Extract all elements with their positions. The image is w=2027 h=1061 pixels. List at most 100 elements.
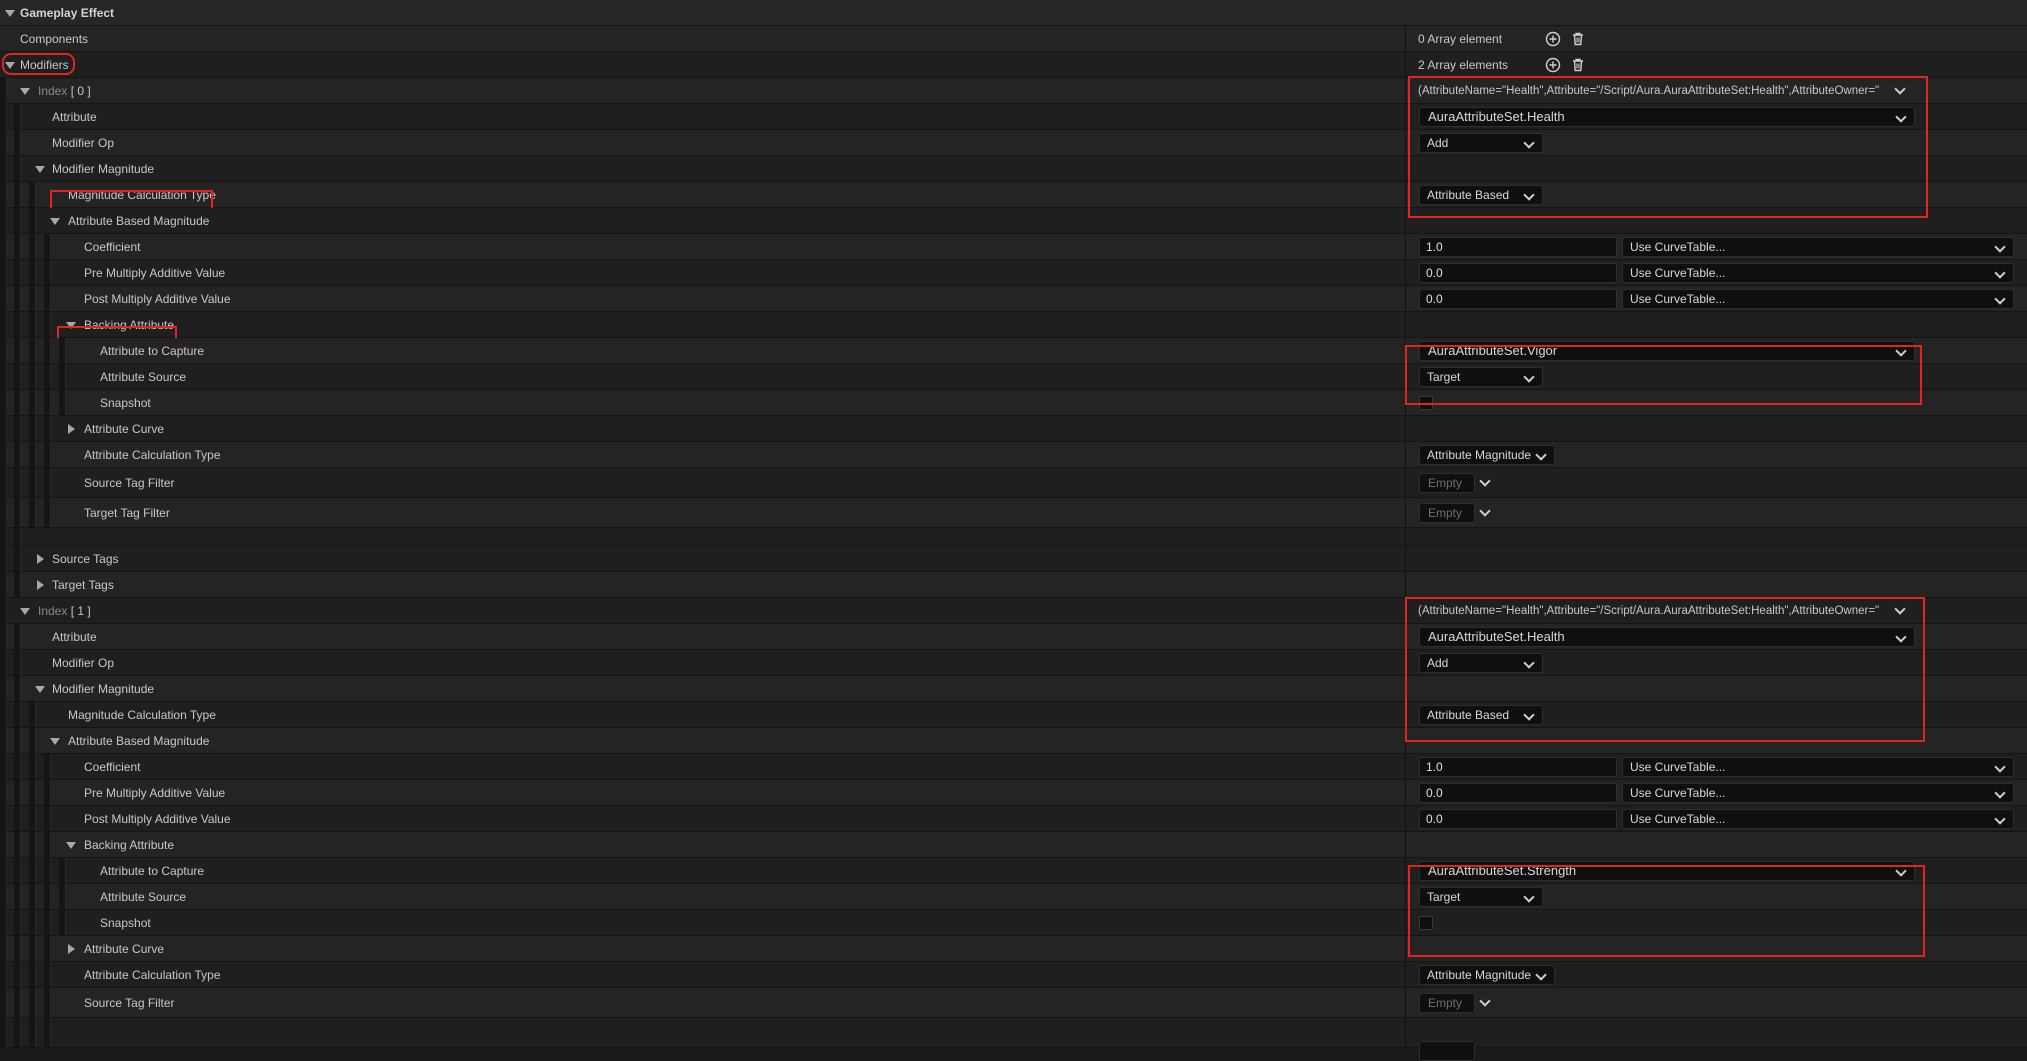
trash-icon[interactable] — [1570, 57, 1586, 73]
section-title: Gameplay Effect — [20, 6, 115, 20]
coefficient-input[interactable]: 1.0 — [1419, 237, 1617, 257]
source-combo[interactable]: Target — [1419, 887, 1543, 907]
coefficient-input[interactable]: 1.0 — [1419, 757, 1617, 777]
chevron-down-icon — [1535, 449, 1547, 461]
collapsed-arrow-icon[interactable] — [37, 554, 44, 564]
row-source-tags[interactable]: Source Tags — [0, 546, 2027, 572]
chevron-down-icon[interactable] — [1479, 995, 1491, 1007]
row-post-multiply: Post Multiply Additive Value 0.0 Use Cur… — [0, 286, 2027, 312]
components-label: Components — [20, 32, 89, 46]
curve-table-combo[interactable]: Use CurveTable... — [1622, 757, 2014, 777]
source-tag-filter-label: Source Tag Filter — [84, 996, 175, 1010]
modifier-op-combo[interactable]: Add — [1419, 133, 1543, 153]
capture-value: AuraAttributeSet.Vigor — [1428, 343, 1558, 358]
curve-table-combo[interactable]: Use CurveTable... — [1622, 783, 2014, 803]
section-gameplay-effect[interactable]: Gameplay Effect — [0, 0, 2027, 26]
modifier-op-combo[interactable]: Add — [1419, 653, 1543, 673]
attr-calc-label: Attribute Calculation Type — [84, 968, 221, 982]
collapsed-arrow-icon[interactable] — [68, 424, 75, 434]
expand-arrow-icon[interactable] — [5, 62, 15, 69]
source-tag-filter-box[interactable]: Empty — [1419, 473, 1475, 493]
attr-calc-combo[interactable]: Attribute Magnitude — [1419, 965, 1555, 985]
chevron-down-icon[interactable] — [1479, 475, 1491, 487]
chevron-down-icon — [1994, 813, 2006, 825]
coefficient-label: Coefficient — [84, 240, 141, 254]
curve-table-combo[interactable]: Use CurveTable... — [1622, 809, 2014, 829]
row-index-0[interactable]: Index [ 0 ] (AttributeName="Health",Attr… — [0, 78, 2027, 104]
chevron-down-icon[interactable] — [1894, 83, 1906, 95]
source-label: Attribute Source — [100, 890, 187, 904]
trash-icon[interactable] — [1570, 31, 1586, 47]
expand-arrow-icon[interactable] — [66, 842, 76, 849]
row-target-tag-filter: Target Tag Filter Empty — [0, 498, 2027, 528]
row-attribute-source: Attribute Source Target — [0, 884, 2027, 910]
row-modifier-magnitude[interactable]: Modifier Magnitude — [0, 676, 2027, 702]
expand-arrow-icon[interactable] — [50, 218, 60, 225]
attribute-combo[interactable]: AuraAttributeSet.Health — [1419, 627, 1915, 647]
attr-calc-combo[interactable]: Attribute Magnitude — [1419, 445, 1555, 465]
chevron-down-icon[interactable] — [1479, 505, 1491, 517]
target-tag-filter-box[interactable]: Empty — [1419, 503, 1475, 523]
source-tag-filter-box[interactable]: Empty — [1419, 993, 1475, 1013]
row-attribute-curve[interactable]: Attribute Curve — [0, 416, 2027, 442]
row-attribute-curve[interactable]: Attribute Curve — [0, 936, 2027, 962]
row-attr-calc-type: Attribute Calculation Type Attribute Mag… — [0, 962, 2027, 988]
post-multiply-label: Post Multiply Additive Value — [84, 812, 231, 826]
expand-arrow-icon[interactable] — [5, 10, 15, 17]
add-circle-icon[interactable] — [1545, 57, 1561, 73]
collapsed-arrow-icon[interactable] — [68, 944, 75, 954]
row-attribute-based-magnitude[interactable]: Attribute Based Magnitude — [0, 208, 2027, 234]
row-backing-attribute[interactable]: Backing Attribute — [0, 312, 2027, 338]
expand-arrow-icon[interactable] — [35, 686, 45, 693]
row-backing-attribute[interactable]: Backing Attribute — [0, 832, 2027, 858]
expand-arrow-icon[interactable] — [50, 738, 60, 745]
expand-arrow-icon[interactable] — [20, 88, 30, 95]
attribute-combo[interactable]: AuraAttributeSet.Health — [1419, 107, 1915, 127]
expand-arrow-icon[interactable] — [35, 166, 45, 173]
details-panel: Gameplay Effect Components 0 Array eleme… — [0, 0, 2027, 1061]
pre-multiply-input[interactable]: 0.0 — [1419, 263, 1617, 283]
post-multiply-input[interactable]: 0.0 — [1419, 809, 1617, 829]
source-label: Attribute Source — [100, 370, 187, 384]
modifier-op-value: Add — [1427, 656, 1449, 670]
curve-table-combo[interactable]: Use CurveTable... — [1622, 237, 2014, 257]
row-modifier-magnitude[interactable]: Modifier Magnitude — [0, 156, 2027, 182]
curve-table-combo[interactable]: Use CurveTable... — [1622, 263, 2014, 283]
source-combo[interactable]: Target — [1419, 367, 1543, 387]
calc-type-label: Magnitude Calculation Type — [68, 708, 216, 722]
chevron-down-icon — [1895, 345, 1907, 357]
curve-table-value: Use CurveTable... — [1630, 266, 1726, 280]
row-index-1[interactable]: Index [ 1 ] (AttributeName="Health",Attr… — [0, 598, 2027, 624]
pre-multiply-label: Pre Multiply Additive Value — [84, 786, 226, 800]
snapshot-label: Snapshot — [100, 396, 151, 410]
row-modifiers[interactable]: Modifiers 2 Array elements — [0, 52, 2027, 78]
pre-multiply-input[interactable]: 0.0 — [1419, 783, 1617, 803]
row-coefficient: Coefficient 1.0 Use CurveTable... — [0, 754, 2027, 780]
snapshot-checkbox[interactable] — [1419, 916, 1433, 930]
post-multiply-input[interactable]: 0.0 — [1419, 289, 1617, 309]
add-circle-icon[interactable] — [1545, 31, 1561, 47]
capture-combo[interactable]: AuraAttributeSet.Vigor — [1419, 341, 1915, 361]
chevron-down-icon — [1994, 267, 2006, 279]
chevron-down-icon — [1895, 631, 1907, 643]
calc-type-combo[interactable]: Attribute Based — [1419, 185, 1543, 205]
attribute-curve-label: Attribute Curve — [84, 942, 165, 956]
backing-attribute-label: Backing Attribute — [84, 838, 175, 852]
row-post-multiply: Post Multiply Additive Value 0.0 Use Cur… — [0, 806, 2027, 832]
chevron-down-icon — [1994, 787, 2006, 799]
expand-arrow-icon[interactable] — [20, 608, 30, 615]
snapshot-checkbox[interactable] — [1419, 396, 1433, 410]
index-label: Index — [38, 84, 68, 98]
calc-type-combo[interactable]: Attribute Based — [1419, 705, 1543, 725]
curve-table-combo[interactable]: Use CurveTable... — [1622, 289, 2014, 309]
modifier-magnitude-label: Modifier Magnitude — [52, 682, 155, 696]
row-attribute-based-magnitude[interactable]: Attribute Based Magnitude — [0, 728, 2027, 754]
row-target-tags[interactable]: Target Tags — [0, 572, 2027, 598]
target-tag-filter-box[interactable] — [1419, 1041, 1475, 1061]
expand-arrow-icon[interactable] — [66, 322, 76, 329]
curve-table-value: Use CurveTable... — [1630, 292, 1726, 306]
collapsed-arrow-icon[interactable] — [37, 580, 44, 590]
chevron-down-icon[interactable] — [1894, 603, 1906, 615]
row-calc-type: Magnitude Calculation Type Attribute Bas… — [0, 182, 2027, 208]
capture-combo[interactable]: AuraAttributeSet.Strength — [1419, 861, 1915, 881]
